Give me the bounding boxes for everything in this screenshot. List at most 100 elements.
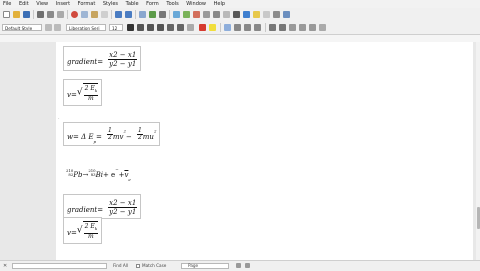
navigate-down-icon[interactable] bbox=[245, 263, 250, 268]
fraction-denominator: m bbox=[88, 232, 94, 240]
separator bbox=[265, 23, 266, 32]
highlight-color-icon[interactable] bbox=[209, 24, 216, 31]
menu-window[interactable]: Window bbox=[186, 0, 206, 8]
font-color-icon[interactable] bbox=[199, 24, 206, 31]
align-left-icon[interactable] bbox=[224, 24, 231, 31]
insert-chart-icon[interactable] bbox=[193, 11, 200, 18]
formula-work[interactable]: w= Δ Ep= 1 2 mv2− 1 2 mu2 bbox=[63, 122, 161, 147]
save-icon[interactable] bbox=[23, 11, 30, 18]
insert-field-icon[interactable] bbox=[223, 11, 230, 18]
menu-insert[interactable]: Insert bbox=[56, 0, 70, 8]
font-size-combo[interactable]: 12 bbox=[109, 24, 123, 31]
formula-velocity-copy[interactable]: v=√ 2 Ek m bbox=[63, 217, 103, 244]
menu-form[interactable]: Form bbox=[146, 0, 159, 8]
nuclide-numbers: 210 83 bbox=[88, 168, 96, 177]
navigate-up-icon[interactable] bbox=[236, 263, 241, 268]
menu-bar: File Edit View Insert Format Styles Tabl… bbox=[0, 0, 480, 8]
track-changes-icon[interactable] bbox=[263, 11, 270, 18]
formula-text: mv bbox=[112, 133, 124, 141]
open-folder-icon[interactable] bbox=[13, 11, 20, 18]
new-style-icon[interactable] bbox=[54, 24, 61, 31]
paste-icon[interactable] bbox=[91, 11, 98, 18]
menu-view[interactable]: View bbox=[36, 0, 48, 8]
justify-icon[interactable] bbox=[254, 24, 261, 31]
formula-beta-decay[interactable]: 210 82 Pb→ 210 83 Bi+ e−+ve bbox=[63, 159, 134, 186]
formula-gradient-copy[interactable]: gradient= x2 − x1 y2 − y1 bbox=[63, 194, 142, 219]
increase-indent-icon[interactable] bbox=[299, 24, 306, 31]
formatting-marks-icon[interactable] bbox=[159, 11, 166, 18]
square-root: 2 Ek m bbox=[82, 82, 99, 103]
hyperlink-icon[interactable] bbox=[243, 11, 250, 18]
formula-text: − bbox=[125, 133, 132, 141]
subscript-icon[interactable] bbox=[177, 24, 184, 31]
find-toolbar: ✕ Find All Match Case Page bbox=[0, 260, 480, 271]
comment-icon[interactable] bbox=[253, 11, 260, 18]
bullets-icon[interactable] bbox=[269, 24, 276, 31]
shapes-icon[interactable] bbox=[283, 11, 290, 18]
underline-icon[interactable] bbox=[147, 24, 154, 31]
find-input[interactable] bbox=[12, 263, 107, 269]
line-icon[interactable] bbox=[273, 11, 280, 18]
clone-formatting-icon[interactable] bbox=[101, 11, 108, 18]
redo-icon[interactable] bbox=[125, 11, 132, 18]
line-spacing-icon[interactable] bbox=[319, 24, 326, 31]
menu-tools[interactable]: Tools bbox=[166, 0, 178, 8]
formula-text: mu bbox=[142, 133, 154, 141]
menu-file[interactable]: File bbox=[3, 0, 11, 8]
subscript: k bbox=[94, 226, 98, 232]
paragraph-style-combo[interactable]: Default Style bbox=[2, 24, 42, 31]
page-selector[interactable]: Page bbox=[181, 263, 229, 269]
formula-text: 2 E bbox=[84, 223, 95, 231]
clear-formatting-icon[interactable] bbox=[187, 24, 194, 31]
atomic-number: 83 bbox=[90, 171, 96, 177]
menu-styles[interactable]: Styles bbox=[103, 0, 118, 8]
superscript-icon[interactable] bbox=[167, 24, 174, 31]
page-selector-label: Page bbox=[188, 263, 199, 268]
menu-table[interactable]: Table bbox=[126, 0, 139, 8]
font-name-combo[interactable]: Liberation Seri bbox=[66, 24, 106, 31]
italic-icon[interactable] bbox=[137, 24, 144, 31]
document-page[interactable]: gradient= x2 − x1 y2 − y1 v=√ 2 Ek m · w= … bbox=[56, 42, 473, 260]
formula-text: gradient bbox=[67, 58, 98, 66]
insert-text-box-icon[interactable] bbox=[203, 11, 210, 18]
separator bbox=[33, 10, 34, 19]
undo-icon[interactable] bbox=[115, 11, 122, 18]
formula-gradient[interactable]: gradient= x2 − x1 y2 − y1 bbox=[63, 46, 142, 71]
vertical-scrollbar[interactable] bbox=[476, 42, 480, 260]
export-pdf-icon[interactable] bbox=[37, 11, 44, 18]
scrollbar-thumb[interactable] bbox=[476, 207, 480, 229]
copy-icon[interactable] bbox=[81, 11, 88, 18]
align-center-icon[interactable] bbox=[234, 24, 241, 31]
align-right-icon[interactable] bbox=[244, 24, 251, 31]
formula-velocity[interactable]: v=√ 2 Ek m bbox=[63, 79, 103, 106]
find-replace-icon[interactable] bbox=[139, 11, 146, 18]
fraction-denominator: y2 − y1 bbox=[109, 60, 137, 68]
page-break-icon[interactable] bbox=[213, 11, 220, 18]
outline-icon[interactable] bbox=[289, 24, 296, 31]
cut-icon[interactable] bbox=[71, 11, 78, 18]
numbering-icon[interactable] bbox=[279, 24, 286, 31]
bold-icon[interactable] bbox=[127, 24, 134, 31]
formula-text: = bbox=[96, 133, 102, 141]
print-preview-icon[interactable] bbox=[57, 11, 64, 18]
document-workspace: gradient= x2 − x1 y2 − y1 v=√ 2 Ek m · w= … bbox=[0, 42, 476, 260]
match-case-checkbox[interactable] bbox=[136, 264, 140, 268]
close-find-icon[interactable]: ✕ bbox=[3, 263, 8, 269]
menu-format[interactable]: Format bbox=[78, 0, 96, 8]
new-document-icon[interactable] bbox=[3, 11, 10, 18]
strikethrough-icon[interactable] bbox=[157, 24, 164, 31]
formula-text: + e bbox=[102, 171, 116, 179]
menu-edit[interactable]: Edit bbox=[19, 0, 29, 8]
spelling-icon[interactable] bbox=[149, 11, 156, 18]
decrease-indent-icon[interactable] bbox=[309, 24, 316, 31]
superscript: 2 bbox=[153, 128, 157, 134]
update-style-icon[interactable] bbox=[45, 24, 52, 31]
print-icon[interactable] bbox=[47, 11, 54, 18]
insert-image-icon[interactable] bbox=[183, 11, 190, 18]
element-symbol: Bi bbox=[95, 171, 103, 179]
insert-table-icon[interactable] bbox=[173, 11, 180, 18]
menu-help[interactable]: Help bbox=[214, 0, 225, 8]
separator bbox=[169, 10, 170, 19]
special-character-icon[interactable] bbox=[233, 11, 240, 18]
anchor-icon: · bbox=[58, 116, 60, 122]
